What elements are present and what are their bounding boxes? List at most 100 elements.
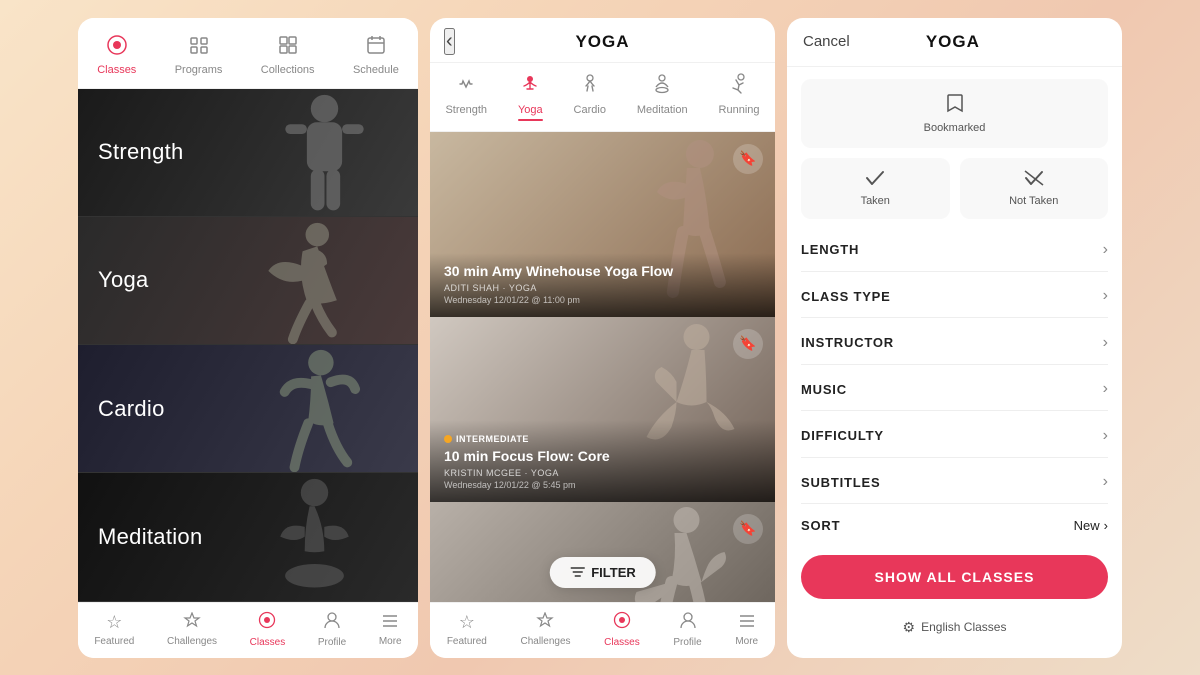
subnav-strength-icon <box>455 73 477 101</box>
badge-label-2: INTERMEDIATE <box>456 434 529 444</box>
bottom-featured[interactable]: ☆ Featured <box>94 612 134 647</box>
subnav-strength[interactable]: Strength <box>437 71 495 123</box>
subnav-running[interactable]: Running <box>711 71 768 123</box>
filter-length-label: LENGTH <box>801 242 859 257</box>
mid-bottom-profile[interactable]: Profile <box>673 611 701 648</box>
filter-length[interactable]: LENGTH › <box>801 229 1108 272</box>
class-meta-1: ADITI SHAH · YOGA <box>444 283 761 293</box>
bottom-more-label: More <box>379 636 402 647</box>
filter-subtitles-label: SUBTITLES <box>801 475 880 490</box>
mid-title: YOGA <box>575 32 629 52</box>
type-1: YOGA <box>509 283 537 293</box>
nav-programs[interactable]: Programs <box>165 30 233 80</box>
nav-schedule-label: Schedule <box>353 64 399 76</box>
mid-bottom-more[interactable]: More <box>735 612 758 647</box>
back-button[interactable]: ‹ <box>444 28 455 55</box>
category-meditation[interactable]: Meditation <box>78 473 418 601</box>
mid-header: ‹ YOGA <box>430 18 775 63</box>
bottom-challenges-label: Challenges <box>167 636 217 647</box>
mid-bottom-challenges[interactable]: Challenges <box>520 612 570 647</box>
mid-bottom-featured[interactable]: ☆ Featured <box>447 612 487 647</box>
bookmarked-filter[interactable]: Bookmarked <box>801 79 1108 148</box>
sort-value-text: New <box>1074 518 1100 533</box>
bookmark-btn-3[interactable]: 🔖 <box>733 514 763 544</box>
chevron-length-icon: › <box>1103 241 1108 259</box>
mid-classes-label: Classes <box>604 637 640 648</box>
sort-value[interactable]: New › <box>1074 518 1108 533</box>
nav-collections[interactable]: Collections <box>251 30 325 80</box>
class-title-1: 30 min Amy Winehouse Yoga Flow <box>444 263 761 280</box>
class-list: 🔖 30 min Amy Winehouse Yoga Flow ADITI S… <box>430 132 775 602</box>
filter-class-type[interactable]: CLASS TYPE › <box>801 275 1108 318</box>
category-cardio-label: Cardio <box>98 396 165 422</box>
sort-chevron-icon: › <box>1104 518 1108 533</box>
classes-icon <box>106 34 128 60</box>
taken-row: Taken Not Taken <box>801 158 1108 219</box>
nav-classes-label: Classes <box>97 64 136 76</box>
middle-panel: ‹ YOGA Strength Yoga <box>430 18 775 658</box>
programs-icon <box>188 34 210 60</box>
left-panel: Classes Programs <box>78 18 418 658</box>
left-bottom-nav: ☆ Featured Challenges Classes <box>78 602 418 658</box>
not-taken-filter[interactable]: Not Taken <box>960 158 1109 219</box>
nav-classes[interactable]: Classes <box>87 30 146 80</box>
sort-row: SORT New › <box>801 508 1108 541</box>
bookmarked-label: Bookmarked <box>924 122 986 134</box>
filter-difficulty[interactable]: DIFFICULTY › <box>801 415 1108 458</box>
category-list: Strength Yoga <box>78 89 418 602</box>
mid-more-icon <box>738 612 756 633</box>
bottom-profile[interactable]: Profile <box>318 611 346 648</box>
filter-subtitles[interactable]: SUBTITLES › <box>801 461 1108 504</box>
category-meditation-label: Meditation <box>98 524 203 550</box>
subnav-meditation[interactable]: Meditation <box>629 71 696 123</box>
mid-bottom-classes[interactable]: Classes <box>604 611 640 648</box>
subnav-meditation-label: Meditation <box>637 104 688 116</box>
collections-icon <box>277 34 299 60</box>
subnav-cardio[interactable]: Cardio <box>566 71 614 123</box>
mid-profile-icon <box>679 611 697 634</box>
category-yoga-label: Yoga <box>98 267 149 293</box>
filter-label: FILTER <box>591 565 636 580</box>
class-card-info-2: INTERMEDIATE 10 min Focus Flow: Core KRI… <box>430 420 775 502</box>
more-icon <box>381 612 399 633</box>
right-panel: Cancel YOGA Bookmarked Taken <box>787 18 1122 658</box>
taken-filter[interactable]: Taken <box>801 158 950 219</box>
class-card-1[interactable]: 🔖 30 min Amy Winehouse Yoga Flow ADITI S… <box>430 132 775 317</box>
show-all-classes-button[interactable]: SHOW ALL CLASSES <box>801 555 1108 599</box>
category-cardio[interactable]: Cardio <box>78 345 418 473</box>
bottom-challenges[interactable]: Challenges <box>167 612 217 647</box>
filter-instructor[interactable]: INSTRUCTOR › <box>801 322 1108 365</box>
english-classes[interactable]: ⚙ English Classes <box>801 609 1108 646</box>
bottom-featured-label: Featured <box>94 636 134 647</box>
bottom-classes[interactable]: Classes <box>250 611 286 648</box>
cancel-button[interactable]: Cancel <box>803 33 850 50</box>
mid-featured-label: Featured <box>447 636 487 647</box>
mid-profile-label: Profile <box>673 637 701 648</box>
nav-schedule[interactable]: Schedule <box>343 30 409 80</box>
featured-icon: ☆ <box>106 612 122 633</box>
mid-classes-icon <box>613 611 631 634</box>
bottom-more[interactable]: More <box>379 612 402 647</box>
subnav-strength-label: Strength <box>445 104 487 116</box>
class-date-1: Wednesday 12/01/22 @ 11:00 pm <box>444 295 761 305</box>
subnav-cardio-icon <box>579 73 601 101</box>
subnav-yoga-label: Yoga <box>518 104 543 116</box>
instructor-2: KRISTIN MCGEE <box>444 468 522 478</box>
yoga-subnav: Strength Yoga Cardio <box>430 63 775 132</box>
filter-button[interactable]: FILTER <box>549 557 656 588</box>
subnav-running-icon <box>728 73 750 101</box>
category-yoga[interactable]: Yoga <box>78 217 418 345</box>
not-taken-icon <box>1024 170 1044 191</box>
bookmark-btn-1[interactable]: 🔖 <box>733 144 763 174</box>
sort-label: SORT <box>801 518 840 533</box>
category-strength[interactable]: Strength <box>78 89 418 217</box>
nav-programs-label: Programs <box>175 64 223 76</box>
bookmark-btn-2[interactable]: 🔖 <box>733 329 763 359</box>
bottom-classes-label: Classes <box>250 637 286 648</box>
filter-instructor-label: INSTRUCTOR <box>801 335 894 350</box>
english-classes-label: English Classes <box>921 620 1006 634</box>
filter-music[interactable]: MUSIC › <box>801 368 1108 411</box>
class-card-2[interactable]: 🔖 INTERMEDIATE 10 min Focus Flow: Core K… <box>430 317 775 502</box>
subnav-yoga[interactable]: Yoga <box>510 71 551 123</box>
chevron-difficulty-icon: › <box>1103 427 1108 445</box>
